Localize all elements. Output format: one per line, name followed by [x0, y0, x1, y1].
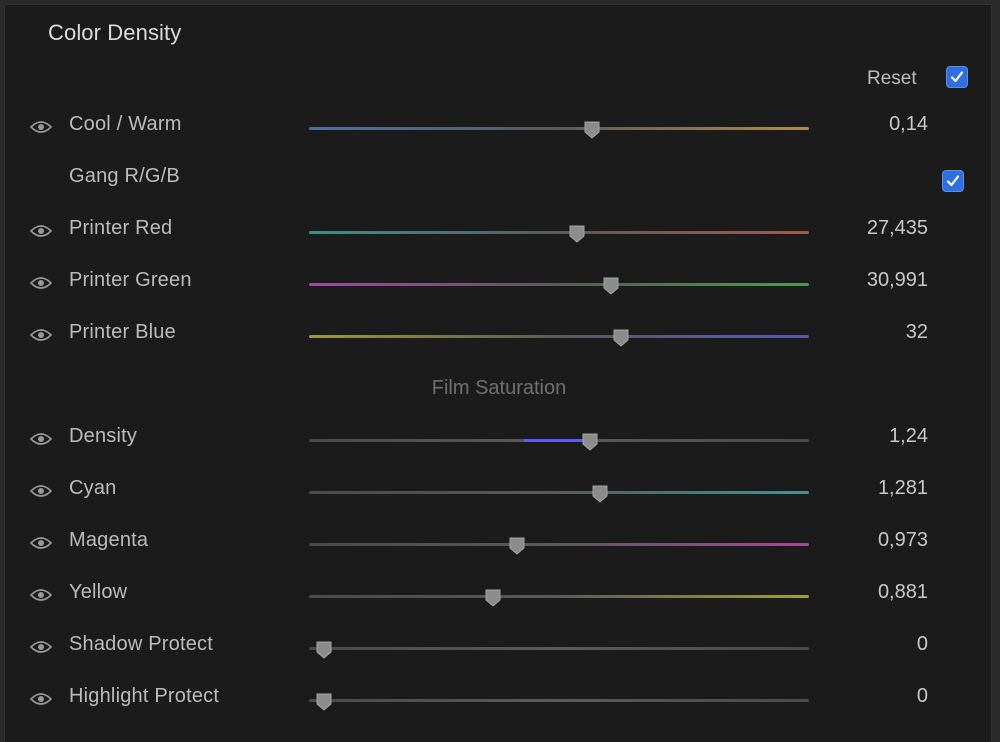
section-label-film-saturation: Film Saturation [431, 377, 567, 399]
eye-icon[interactable] [30, 276, 52, 290]
slider-track [309, 335, 809, 338]
row-printer-green: Printer Green 30,991 [5, 265, 993, 305]
cyan-slider[interactable] [309, 483, 809, 503]
row-value[interactable]: 27,435 [867, 217, 928, 240]
row-label: Gang R/G/B [69, 165, 180, 187]
row-label: Printer Blue [69, 321, 176, 343]
row-value[interactable]: 1,24 [889, 425, 928, 448]
eye-icon[interactable] [30, 484, 52, 498]
row-label: Magenta [69, 529, 149, 551]
slider-track [309, 699, 809, 702]
printer-red-slider[interactable] [309, 223, 809, 243]
row-printer-blue: Printer Blue 32 [5, 317, 993, 357]
checkmark-icon [950, 71, 964, 83]
slider-track [309, 595, 809, 598]
eye-icon[interactable] [30, 640, 52, 654]
checkmark-icon [946, 175, 960, 187]
row-cyan: Cyan 1,281 [5, 473, 993, 513]
row-value[interactable]: 1,281 [878, 477, 928, 500]
eye-icon[interactable] [30, 224, 52, 238]
slider-track [309, 127, 809, 130]
eye-icon[interactable] [30, 120, 52, 134]
slider-thumb[interactable] [613, 329, 629, 347]
row-shadow-protect: Shadow Protect 0 [5, 629, 993, 669]
row-value[interactable]: 0,973 [878, 529, 928, 552]
slider-thumb[interactable] [582, 433, 598, 451]
row-printer-red: Printer Red 27,435 [5, 213, 993, 253]
slider-fill [524, 439, 590, 442]
eye-icon[interactable] [30, 328, 52, 342]
slider-track [309, 491, 809, 494]
row-density: Density 1,24 [5, 421, 993, 461]
reset-checkbox[interactable] [946, 66, 968, 88]
row-highlight-protect: Highlight Protect 0 [5, 681, 993, 721]
slider-track [309, 231, 809, 234]
eye-icon[interactable] [30, 536, 52, 550]
row-value[interactable]: 0 [917, 633, 928, 656]
slider-thumb[interactable] [316, 641, 332, 659]
magenta-slider[interactable] [309, 535, 809, 555]
eye-icon[interactable] [30, 432, 52, 446]
slider-thumb[interactable] [592, 485, 608, 503]
row-label: Yellow [69, 581, 128, 603]
row-label: Printer Green [69, 269, 192, 291]
eye-icon[interactable] [30, 692, 52, 706]
panel-title: Color Density [48, 20, 182, 45]
slider-thumb[interactable] [603, 277, 619, 295]
row-label: Shadow Protect [69, 633, 213, 655]
slider-thumb[interactable] [584, 121, 600, 139]
slider-track [309, 543, 809, 546]
slider-thumb[interactable] [316, 693, 332, 711]
row-label: Density [69, 425, 138, 447]
row-value[interactable]: 30,991 [867, 269, 928, 292]
printer-green-slider[interactable] [309, 275, 809, 295]
density-slider[interactable] [309, 431, 809, 451]
slider-thumb[interactable] [569, 225, 585, 243]
slider-thumb[interactable] [485, 589, 501, 607]
shadow-protect-slider[interactable] [309, 639, 809, 659]
printer-blue-slider[interactable] [309, 327, 809, 347]
row-gang-rgb: Gang R/G/B [5, 161, 993, 201]
gang-rgb-checkbox[interactable] [942, 170, 964, 192]
slider-track [309, 283, 809, 286]
yellow-slider[interactable] [309, 587, 809, 607]
row-label: Cool / Warm [69, 113, 182, 135]
slider-thumb[interactable] [509, 537, 525, 555]
row-value[interactable]: 32 [906, 321, 928, 344]
slider-track [309, 647, 809, 650]
highlight-protect-slider[interactable] [309, 691, 809, 711]
row-label: Highlight Protect [69, 685, 220, 707]
cool-warm-slider[interactable] [309, 119, 809, 139]
row-label: Printer Red [69, 217, 173, 239]
eye-icon[interactable] [30, 588, 52, 602]
color-density-panel: Color Density Reset Cool / Warm 0,14 Gan… [4, 4, 992, 742]
row-label: Cyan [69, 477, 117, 499]
row-yellow: Yellow 0,881 [5, 577, 993, 617]
row-value[interactable]: 0,14 [889, 113, 928, 136]
row-magenta: Magenta 0,973 [5, 525, 993, 565]
row-value[interactable]: 0 [917, 685, 928, 708]
reset-label: Reset [867, 68, 917, 89]
row-cool-warm: Cool / Warm 0,14 [5, 109, 993, 149]
row-value[interactable]: 0,881 [878, 581, 928, 604]
